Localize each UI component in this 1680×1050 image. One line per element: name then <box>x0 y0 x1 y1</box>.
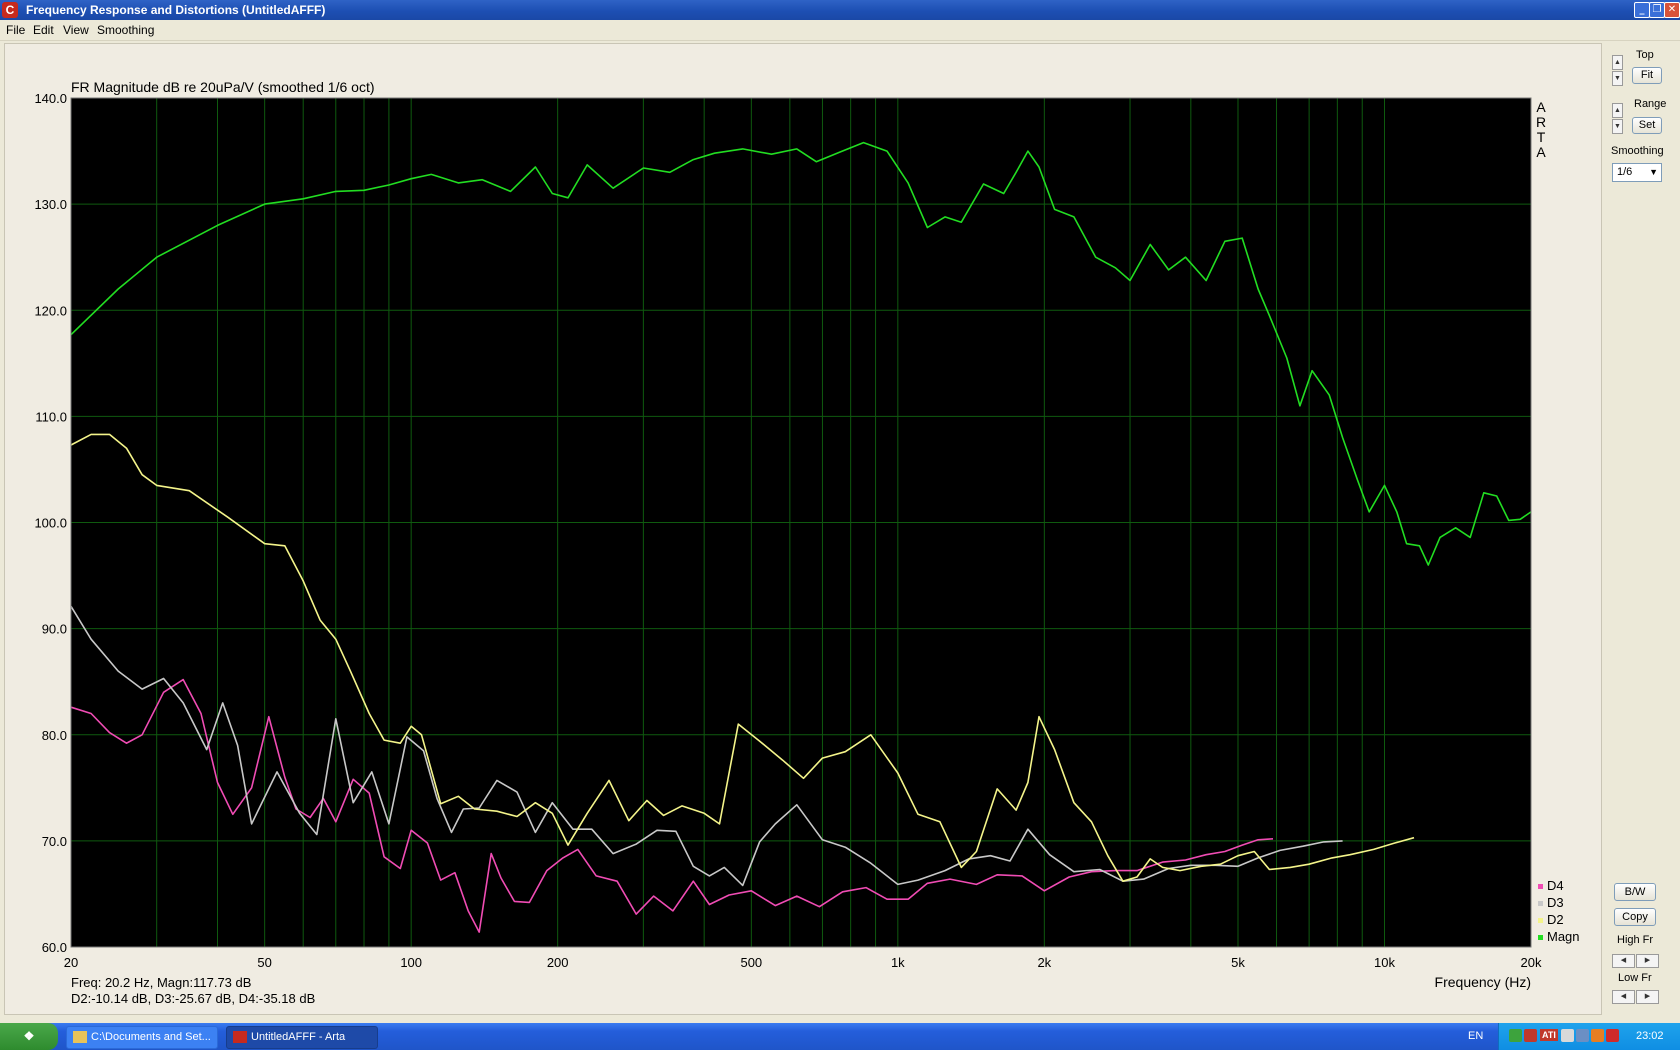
task-explorer-label: C:\Documents and Set... <box>91 1031 211 1043</box>
x-tick-label: 2k <box>1037 955 1051 970</box>
smoothing-select[interactable]: 1/6 ▼ <box>1612 163 1662 182</box>
volume-icon[interactable] <box>1561 1029 1574 1042</box>
minimize-button[interactable]: _ <box>1634 2 1650 18</box>
window-title: Frequency Response and Distortions (Unti… <box>26 3 326 17</box>
start-button[interactable]: ❖ <box>0 1023 58 1050</box>
windows-logo-icon: ❖ <box>23 1029 35 1043</box>
legend-label-d2: D2 <box>1547 912 1564 927</box>
y-tick-label: 100.0 <box>34 516 67 531</box>
high-fr-label: High Fr <box>1617 934 1654 946</box>
legend-swatch-d3 <box>1538 901 1543 906</box>
y-tick-label: 70.0 <box>42 834 67 849</box>
x-tick-label: 5k <box>1231 955 1245 970</box>
chevron-down-icon: ▼ <box>1649 167 1658 177</box>
cursor-readout-line2: D2:-10.14 dB, D3:-25.67 dB, D4:-35.18 dB <box>71 991 315 1006</box>
menubar: File Edit View Smoothing <box>0 20 1680 41</box>
taskbar: ❖ C:\Documents and Set... UntitledAFFF -… <box>0 1023 1680 1050</box>
range-label: Range <box>1634 98 1667 110</box>
clock: 23:02 <box>1636 1030 1664 1042</box>
close-button[interactable]: ✕ <box>1664 2 1680 18</box>
chart-area: FR Magnitude dB re 20uPa/V (smoothed 1/6… <box>4 43 1602 1015</box>
cursor-readout-line1: Freq: 20.2 Hz, Magn:117.73 dB <box>71 975 251 990</box>
x-tick-label: 50 <box>257 955 271 970</box>
legend-swatch-d2 <box>1538 918 1543 923</box>
high-fr-left-button[interactable]: ◀ <box>1612 954 1635 968</box>
low-fr-left-button[interactable]: ◀ <box>1612 990 1635 1004</box>
legend-swatch-magn <box>1538 935 1543 940</box>
arta-side-letter: A <box>1536 99 1546 115</box>
chart-title: FR Magnitude dB re 20uPa/V (smoothed 1/6… <box>71 79 375 95</box>
x-tick-label: 20 <box>64 955 78 970</box>
system-tray: ATI 23:02 <box>1498 1023 1680 1050</box>
ati-icon[interactable]: ATI <box>1540 1029 1558 1041</box>
high-fr-right-button[interactable]: ▶ <box>1636 954 1659 968</box>
arta-side-letter: R <box>1536 114 1546 130</box>
x-axis-label: Frequency (Hz) <box>1435 974 1531 990</box>
smoothing-value: 1/6 <box>1617 166 1633 178</box>
legend-label-magn: Magn <box>1547 929 1580 944</box>
y-tick-label: 90.0 <box>42 622 67 637</box>
arta-app-icon <box>233 1031 247 1044</box>
menu-edit[interactable]: Edit <box>33 23 54 37</box>
y-tick-label: 120.0 <box>34 303 67 318</box>
task-arta[interactable]: UntitledAFFF - Arta <box>226 1026 378 1049</box>
top-spinner[interactable]: ▲ ▼ <box>1612 55 1623 86</box>
network-icon[interactable] <box>1576 1029 1589 1042</box>
control-panel: ▲ ▼ Top Fit ▲ ▼ Range Set Smoothing 1/6 ▼ … <box>1602 43 1680 1013</box>
frequency-response-chart[interactable]: FR Magnitude dB re 20uPa/V (smoothed 1/6… <box>5 44 1601 1014</box>
low-fr-label: Low Fr <box>1618 972 1652 984</box>
x-tick-label: 20k <box>1521 955 1542 970</box>
x-tick-label: 1k <box>891 955 905 970</box>
task-explorer[interactable]: C:\Documents and Set... <box>66 1026 218 1049</box>
menu-view[interactable]: View <box>63 23 89 37</box>
top-label: Top <box>1636 49 1654 61</box>
x-tick-label: 100 <box>400 955 422 970</box>
bw-button[interactable]: B/W <box>1614 883 1656 901</box>
folder-icon <box>73 1031 87 1044</box>
x-tick-label: 10k <box>1374 955 1395 970</box>
menu-smoothing[interactable]: Smoothing <box>97 23 154 37</box>
fit-button[interactable]: Fit <box>1632 67 1662 84</box>
restore-button[interactable]: ❐ <box>1649 2 1665 18</box>
y-tick-label: 140.0 <box>34 91 67 106</box>
y-tick-label: 80.0 <box>42 728 67 743</box>
legend-label-d3: D3 <box>1547 895 1564 910</box>
low-fr-right-button[interactable]: ▶ <box>1636 990 1659 1004</box>
x-tick-label: 500 <box>740 955 762 970</box>
y-tick-label: 110.0 <box>35 409 67 424</box>
tray-app2-icon[interactable] <box>1591 1029 1604 1042</box>
arta-side-letter: T <box>1537 129 1546 145</box>
window-titlebar: C Frequency Response and Distortions (Un… <box>0 0 1680 20</box>
copy-button[interactable]: Copy <box>1614 908 1656 926</box>
task-arta-label: UntitledAFFF - Arta <box>251 1031 346 1043</box>
smoothing-label: Smoothing <box>1611 145 1664 157</box>
tray-arrow-icon[interactable] <box>1606 1029 1619 1042</box>
app-icon: C <box>2 2 18 18</box>
tray-app-icon[interactable] <box>1524 1029 1537 1042</box>
arta-side-letter: A <box>1536 144 1546 160</box>
range-spinner[interactable]: ▲ ▼ <box>1612 103 1623 134</box>
x-tick-label: 200 <box>547 955 569 970</box>
menu-file[interactable]: File <box>6 23 25 37</box>
language-indicator[interactable]: EN <box>1468 1030 1483 1042</box>
set-button[interactable]: Set <box>1632 117 1662 134</box>
utorrent-icon[interactable] <box>1509 1029 1522 1042</box>
legend-swatch-d4 <box>1538 884 1543 889</box>
legend-label-d4: D4 <box>1547 878 1564 893</box>
y-tick-label: 60.0 <box>42 940 67 955</box>
y-tick-label: 130.0 <box>34 197 67 212</box>
